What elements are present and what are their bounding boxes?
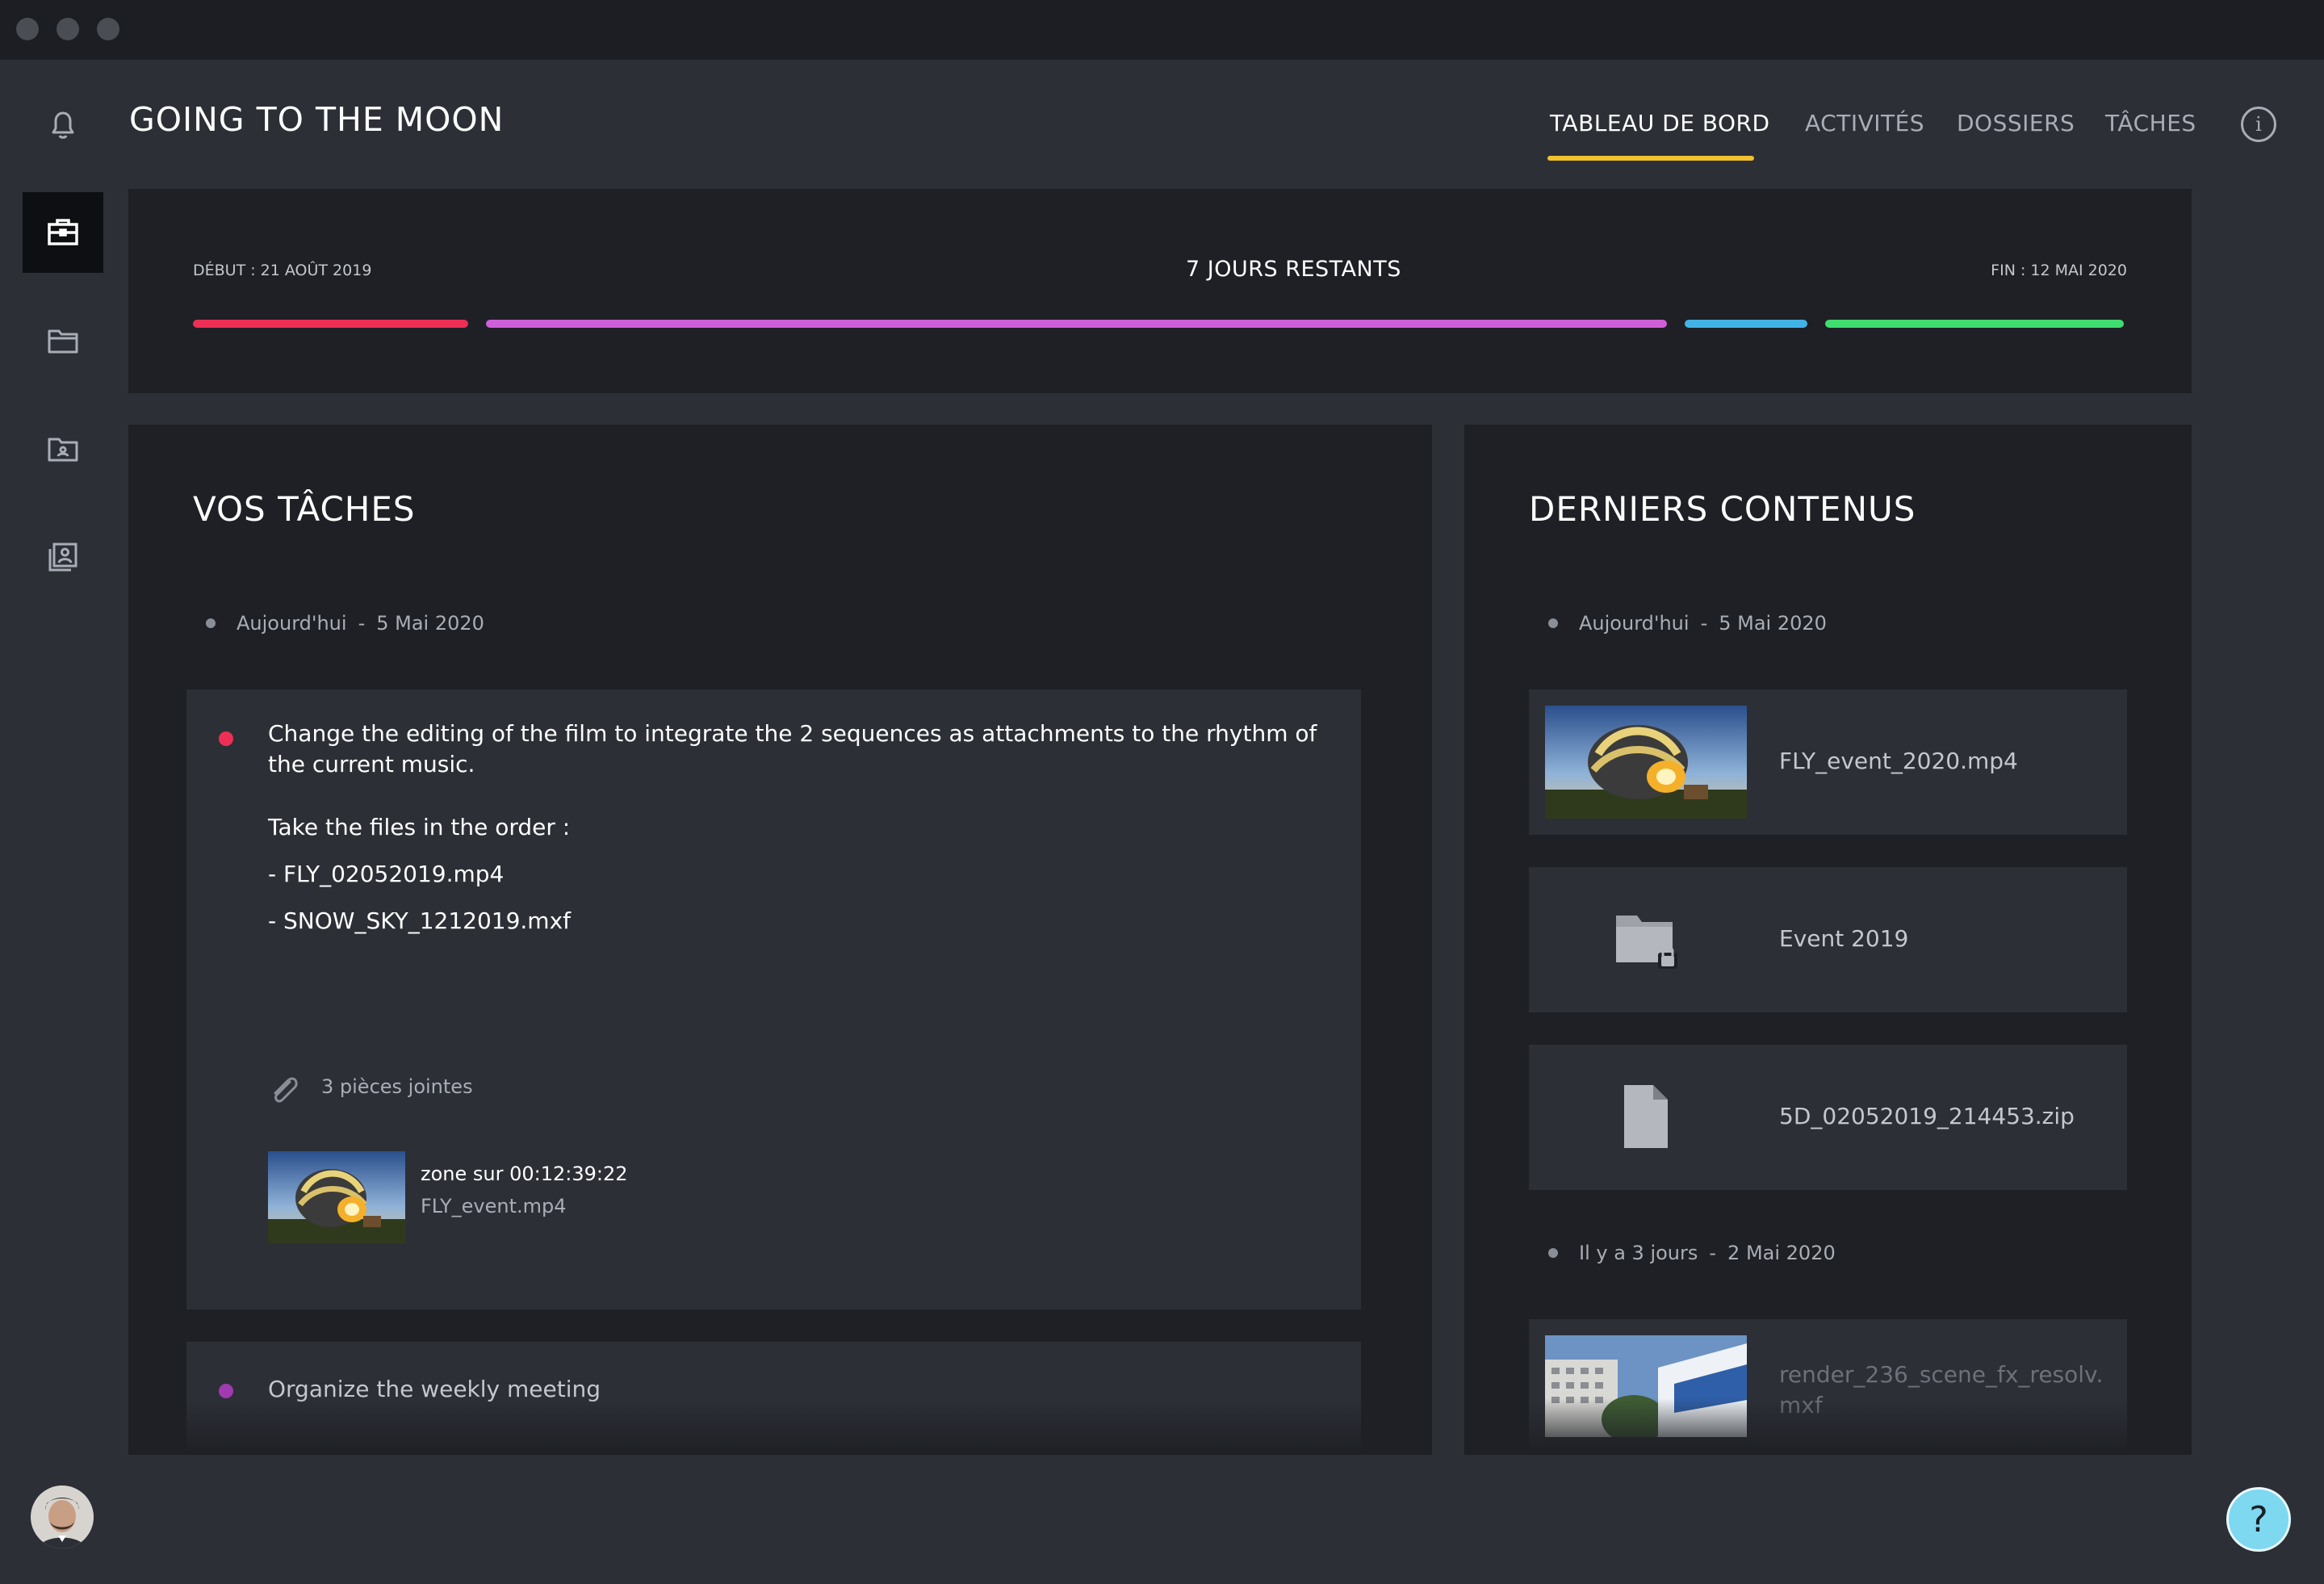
contacts-icon xyxy=(48,543,77,572)
shared-folder-icon xyxy=(48,438,78,462)
timeline-end: FIN : 12 MAI 2020 xyxy=(1991,262,2127,279)
window-zoom-button[interactable] xyxy=(97,18,119,40)
briefcase-icon xyxy=(48,219,78,245)
date-label: Aujourd'hui xyxy=(237,612,347,635)
help-button[interactable]: ? xyxy=(2226,1487,2291,1552)
scroll-fade xyxy=(186,1398,1361,1455)
date-value: 5 Mai 2020 xyxy=(376,612,484,635)
content-name: FLY_event_2020.mp4 xyxy=(1779,748,2018,774)
contents-date-group: Aujourd'hui - 5 Mai 2020 xyxy=(1548,612,1827,635)
tab-activities[interactable]: ACTIVITÉS xyxy=(1805,110,1924,136)
task-card[interactable]: Change the editing of the film to integr… xyxy=(186,689,1361,1310)
content-name-line1: render_236_scene_fx_resolv. xyxy=(1779,1361,2104,1388)
task-order-label: Take the files in the order : xyxy=(268,814,571,840)
tab-folders[interactable]: DOSSIERS xyxy=(1957,110,2075,136)
task-file-2: - SNOW_SKY_1212019.mxf xyxy=(268,907,571,934)
task-priority-dot xyxy=(219,1384,233,1398)
content-item[interactable]: render_236_scene_fx_resolv. mxf xyxy=(1529,1319,2127,1455)
window-titlebar xyxy=(0,0,2324,60)
video-thumbnail xyxy=(1545,706,1747,819)
folder-icon xyxy=(48,329,78,354)
sidebar-item-projects[interactable] xyxy=(23,192,103,273)
project-timeline: DÉBUT : 21 AOÛT 2019 7 JOURS RESTANTS FI… xyxy=(128,189,2192,393)
days-remaining: 7 JOURS RESTANTS xyxy=(1186,257,1401,282)
tasks-title: VOS TÂCHES xyxy=(193,489,416,529)
contents-date-group: Il y a 3 jours - 2 Mai 2020 xyxy=(1548,1242,1836,1264)
task-description: Change the editing of the film to integr… xyxy=(268,720,1317,777)
content-item[interactable]: 5D_02052019_214453.zip xyxy=(1529,1045,2127,1190)
task-priority-dot xyxy=(219,731,233,746)
user-avatar-image xyxy=(31,1486,94,1548)
task-card[interactable]: Organize the weekly meeting xyxy=(186,1342,1361,1455)
sidebar-item-contacts[interactable] xyxy=(23,517,103,597)
sidebar-item-shared-folders[interactable] xyxy=(23,409,103,489)
tasks-panel: VOS TÂCHES Aujourd'hui - 5 Mai 2020 Chan… xyxy=(128,425,1432,1455)
info-icon[interactable]: i xyxy=(2241,107,2276,142)
timeline-phase-4[interactable] xyxy=(1825,320,2124,328)
tab-tasks[interactable]: TÂCHES xyxy=(2105,110,2196,136)
locked-folder-icon xyxy=(1616,916,1677,969)
attachment-zone[interactable]: zone sur 00:12:39:22 xyxy=(421,1163,628,1185)
paperclip-icon xyxy=(274,1077,298,1103)
attachment-filename[interactable]: FLY_event.mp4 xyxy=(421,1195,567,1217)
timeline-phase-2[interactable] xyxy=(486,320,1667,328)
bell-icon xyxy=(52,111,74,139)
content-item[interactable]: Event 2019 xyxy=(1529,867,2127,1012)
bullet-icon xyxy=(1548,618,1558,628)
content-item[interactable]: FLY_event_2020.mp4 xyxy=(1529,689,2127,835)
bullet-icon xyxy=(206,618,216,628)
timeline-phase-1[interactable] xyxy=(193,320,468,328)
page-title: GOING TO THE MOON xyxy=(129,100,505,139)
avatar[interactable] xyxy=(31,1486,94,1548)
recent-contents-panel: DERNIERS CONTENUS Aujourd'hui - 5 Mai 20… xyxy=(1464,425,2192,1455)
bullet-icon xyxy=(1548,1248,1558,1258)
tasks-date-group: Aujourd'hui - 5 Mai 2020 xyxy=(206,612,484,635)
scroll-fade xyxy=(1529,1398,2127,1455)
tab-dashboard[interactable]: TABLEAU DE BORD xyxy=(1550,110,1770,136)
content-name: Event 2019 xyxy=(1779,925,1909,952)
window-minimize-button[interactable] xyxy=(57,18,79,40)
notifications-button[interactable] xyxy=(23,84,103,165)
window-close-button[interactable] xyxy=(16,18,39,40)
attachment-thumbnail[interactable] xyxy=(268,1151,405,1243)
balloon-image xyxy=(268,1151,405,1243)
sidebar-item-folders[interactable] xyxy=(23,300,103,381)
active-tab-indicator xyxy=(1547,156,1754,161)
balloon-image xyxy=(1545,706,1747,819)
content-name: 5D_02052019_214453.zip xyxy=(1779,1103,2075,1129)
contents-title: DERNIERS CONTENUS xyxy=(1529,489,1916,529)
file-icon xyxy=(1624,1085,1668,1148)
attachments-count[interactable]: 3 pièces jointes xyxy=(321,1075,473,1098)
timeline-start: DÉBUT : 21 AOÛT 2019 xyxy=(193,262,372,279)
task-file-1: - FLY_02052019.mp4 xyxy=(268,861,505,887)
timeline-phase-3[interactable] xyxy=(1685,320,1807,328)
